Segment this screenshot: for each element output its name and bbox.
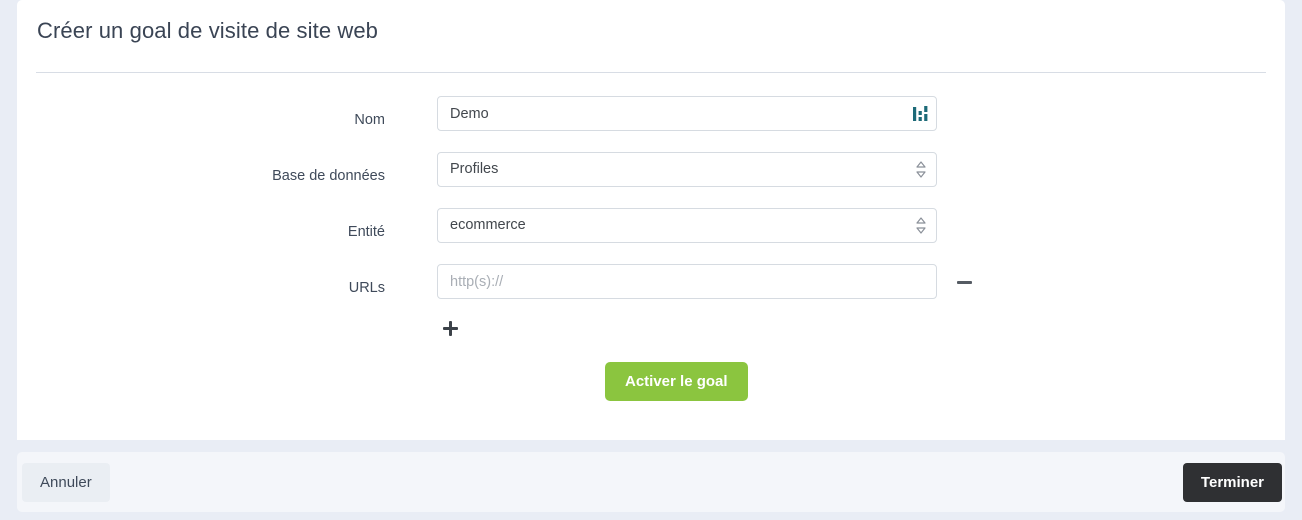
name-input[interactable] <box>437 96 937 131</box>
page-title: Créer un goal de visite de site web <box>37 18 379 43</box>
bar-chart-icon <box>911 104 931 124</box>
form-card: Créer un goal de visite de site web Nom <box>17 0 1285 440</box>
cancel-button[interactable]: Annuler <box>22 463 110 502</box>
plus-icon[interactable] <box>443 320 459 338</box>
goal-form: Nom Demo Base de données Profiles Entité… <box>17 96 1285 412</box>
label-entity: Entité <box>347 224 385 240</box>
control-nom <box>437 96 937 131</box>
label-urls: URLs <box>348 280 385 296</box>
page-root: Créer un goal de visite de site web Nom <box>0 0 1302 520</box>
control-urls <box>437 264 997 299</box>
add-url-row <box>17 320 1285 352</box>
entity-select[interactable]: ecommerce <box>437 208 937 243</box>
label-nom: Nom <box>354 112 385 128</box>
database-select[interactable]: Profiles <box>437 152 937 187</box>
label-database: Base de données <box>272 168 385 184</box>
activate-goal-button[interactable]: Activer le goal <box>605 362 748 401</box>
control-database: Profiles <box>437 152 937 187</box>
url-input[interactable] <box>437 264 937 299</box>
footer-bar: Annuler Terminer <box>17 452 1285 512</box>
finish-button[interactable]: Terminer <box>1182 463 1282 502</box>
minus-icon[interactable] <box>957 274 975 290</box>
form-row-nom: Nom <box>17 96 1285 152</box>
title-divider <box>36 72 1266 73</box>
form-row-urls: URLs <box>17 264 1285 320</box>
submit-row: Activer le goal <box>17 362 1285 412</box>
form-row-database: Base de données Profiles <box>17 152 1285 208</box>
form-row-entity: Entité ecommerce <box>17 208 1285 264</box>
control-entity: ecommerce <box>437 208 937 243</box>
